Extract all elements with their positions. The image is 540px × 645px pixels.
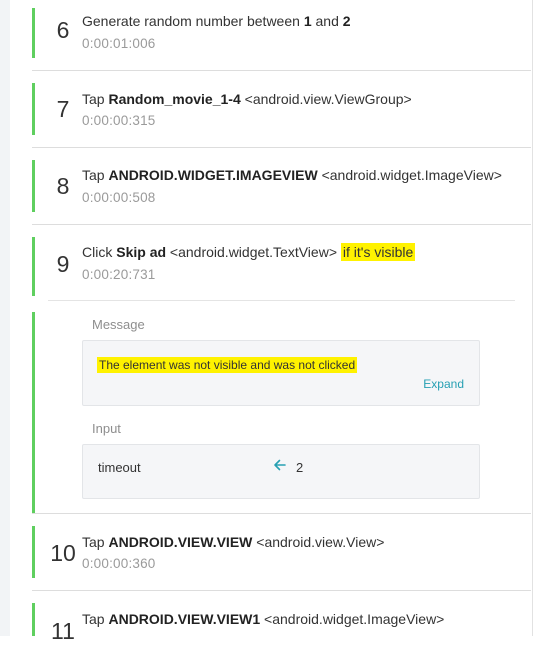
- step-title: Tap ANDROID.VIEW.VIEW <android.view.View…: [82, 534, 385, 550]
- message-box: The element was not visible and was not …: [82, 340, 480, 406]
- step-row-9[interactable]: 9 Click Skip ad <android.widget.TextView…: [32, 225, 531, 296]
- step-number: 8: [56, 173, 70, 199]
- step-9-details: Message The element was not visible and …: [32, 296, 531, 514]
- step-status-bar: [32, 160, 35, 212]
- step-row-11[interactable]: 11 Tap ANDROID.VIEW.VIEW1 <android.widge…: [32, 591, 531, 644]
- step-duration: 0:00:00:508: [82, 190, 156, 205]
- step-status-bar: [32, 603, 35, 636]
- step-number: 6: [56, 17, 70, 43]
- step-row-8[interactable]: 8 Tap ANDROID.WIDGET.IMAGEVIEW <android.…: [32, 148, 531, 225]
- step-number: 7: [56, 96, 70, 122]
- condition-highlight: if it's visible: [340, 243, 416, 261]
- input-box: timeout 2: [82, 444, 480, 499]
- input-key: timeout: [98, 460, 141, 475]
- step-status-bar: [32, 237, 35, 296]
- step-title: Generate random number between 1 and 2: [82, 13, 351, 29]
- step-duration: 0:00:00:315: [82, 113, 156, 128]
- step-row-10[interactable]: 10 Tap ANDROID.VIEW.VIEW <android.view.V…: [32, 514, 531, 591]
- step-status-bar: [32, 83, 35, 135]
- expand-link[interactable]: Expand: [423, 377, 464, 391]
- details-divider: [48, 300, 515, 301]
- step-duration: 0:00:20:731: [82, 267, 156, 282]
- input-value: 2: [296, 460, 304, 475]
- step-row-7[interactable]: 7 Tap Random_movie_1-4 <android.view.Vie…: [32, 71, 531, 148]
- left-gutter: [0, 0, 10, 636]
- step-title: Tap Random_movie_1-4 <android.view.ViewG…: [82, 91, 412, 107]
- step-number: 9: [56, 251, 70, 277]
- arrow-left-icon: [274, 459, 286, 471]
- message-label: Message: [92, 317, 145, 332]
- step-title: Tap ANDROID.WIDGET.IMAGEVIEW <android.wi…: [82, 167, 502, 183]
- step-duration: 0:00:01:006: [82, 36, 156, 51]
- step-status-bar: [32, 8, 35, 58]
- step-title: Click Skip ad <android.widget.TextView> …: [82, 243, 416, 261]
- message-text: The element was not visible and was not …: [97, 357, 358, 373]
- step-number: 11: [51, 618, 75, 644]
- step-number: 10: [50, 540, 76, 566]
- input-label: Input: [92, 421, 121, 436]
- step-status-bar: [32, 312, 35, 513]
- step-title: Tap ANDROID.VIEW.VIEW1 <android.widget.I…: [82, 611, 445, 627]
- step-status-bar: [32, 526, 35, 578]
- step-duration: 0:00:00:360: [82, 556, 156, 571]
- step-row-6[interactable]: 6 Generate random number between 1 and 2…: [32, 0, 531, 71]
